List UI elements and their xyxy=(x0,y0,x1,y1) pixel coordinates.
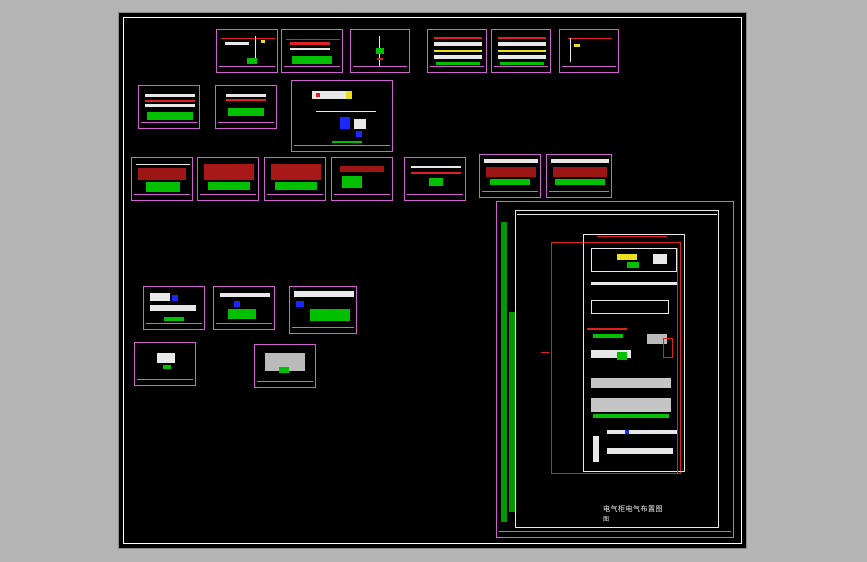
drawing-sheet[interactable] xyxy=(479,154,541,198)
main-sheet-caption: 电气柜电气布置图 xyxy=(603,505,663,513)
drawing-sheet[interactable] xyxy=(197,157,259,201)
drawing-sheet[interactable] xyxy=(215,85,277,129)
main-sheet-caption-sub: 图 xyxy=(603,516,610,523)
drawing-sheet[interactable] xyxy=(427,29,487,73)
drawing-sheet[interactable] xyxy=(134,342,196,386)
main-drawing-sheet[interactable] xyxy=(496,201,734,538)
drawing-sheet[interactable] xyxy=(404,157,466,201)
drawing-sheet[interactable] xyxy=(138,85,200,129)
drawing-sheet[interactable] xyxy=(216,29,278,73)
drawing-sheet[interactable] xyxy=(289,286,357,334)
drawing-sheet[interactable] xyxy=(131,157,193,201)
drawing-sheet[interactable] xyxy=(331,157,393,201)
cad-viewport[interactable]: 电气柜电气布置图 图 xyxy=(118,12,747,549)
drawing-sheet[interactable] xyxy=(291,80,393,152)
drawing-sheet[interactable] xyxy=(254,344,316,388)
drawing-sheet[interactable] xyxy=(559,29,619,73)
drawing-sheet[interactable] xyxy=(491,29,551,73)
drawing-sheet[interactable] xyxy=(264,157,326,201)
drawing-sheet[interactable] xyxy=(546,154,612,198)
drawing-sheet[interactable] xyxy=(281,29,343,73)
drawing-sheet[interactable] xyxy=(143,286,205,330)
drawing-sheet[interactable] xyxy=(213,286,275,330)
drawing-sheet[interactable] xyxy=(350,29,410,73)
